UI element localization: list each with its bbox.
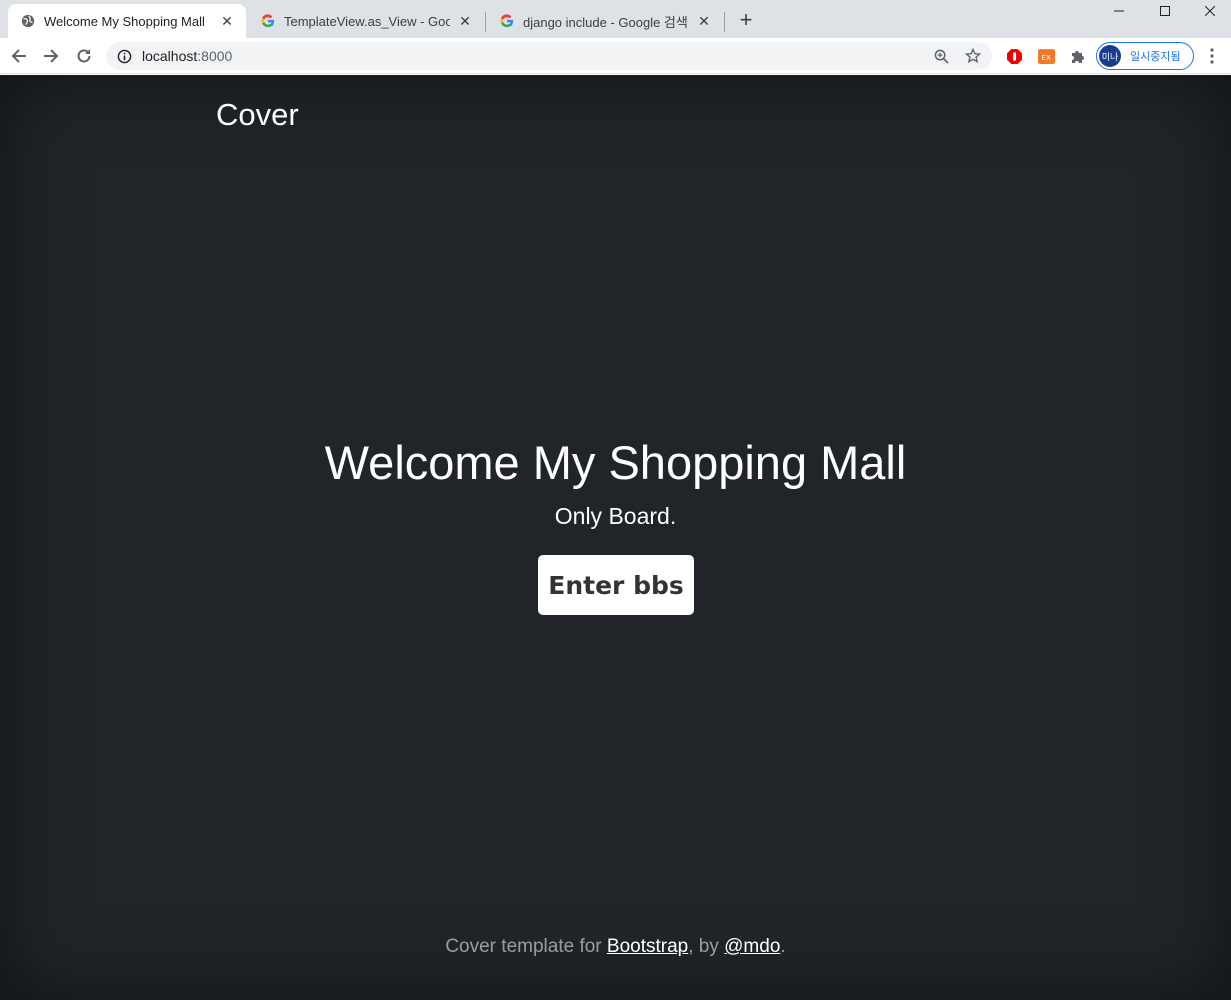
address-bar[interactable]: localhost:8000: [106, 42, 992, 70]
new-tab-button[interactable]: +: [734, 7, 758, 32]
maximize-button[interactable]: [1142, 0, 1188, 22]
bookmark-star-icon[interactable]: [964, 47, 982, 65]
forward-button[interactable]: [38, 43, 64, 69]
browser-toolbar: localhost:8000 EX 미나 일시중지됨: [0, 38, 1231, 74]
tab-strip: Welcome My Shopping Mall ✕ TemplateView.…: [0, 0, 1231, 38]
tab-welcome[interactable]: Welcome My Shopping Mall ✕: [8, 4, 246, 38]
arrow-left-icon: [11, 49, 26, 63]
tab-title: TemplateView.as_View - Google: [284, 13, 450, 29]
tab-title: Welcome My Shopping Mall: [44, 13, 205, 29]
url-host: localhost: [142, 48, 198, 64]
svg-text:EX: EX: [1041, 53, 1051, 62]
close-tab-icon[interactable]: ✕: [695, 12, 713, 30]
profile-status-label: 일시중지됨: [1130, 51, 1181, 63]
close-tab-icon[interactable]: ✕: [456, 12, 474, 30]
page-viewport: Cover Welcome My Shopping Mall Only Boar…: [0, 75, 1231, 1000]
tab-django-include[interactable]: django include - Google 검색 ✕: [487, 4, 723, 38]
zoom-icon[interactable]: [932, 47, 950, 65]
tab-title: django include - Google 검색: [523, 14, 688, 30]
maximize-icon: [1160, 6, 1170, 16]
footer-prefix: Cover template for: [445, 936, 607, 957]
reload-icon: [77, 49, 91, 63]
ex-extension-icon[interactable]: EX: [1037, 47, 1055, 65]
enter-bbs-button[interactable]: Enter bbs: [538, 555, 694, 615]
google-icon: [260, 13, 276, 29]
mdo-link[interactable]: @mdo: [724, 936, 780, 957]
close-tab-icon[interactable]: ✕: [218, 12, 236, 30]
profile-button[interactable]: 미나 일시중지됨: [1096, 42, 1194, 70]
globe-icon: [20, 13, 36, 29]
footer-middle: , by: [688, 936, 725, 957]
adblock-icon[interactable]: [1005, 47, 1023, 65]
back-button[interactable]: [6, 43, 32, 69]
arrow-right-icon: [44, 49, 59, 63]
footer-suffix: .: [780, 936, 786, 957]
google-icon: [499, 13, 515, 29]
reload-button[interactable]: [71, 43, 97, 69]
minimize-button[interactable]: [1096, 0, 1142, 22]
tab-templateview[interactable]: TemplateView.as_View - Google ✕: [248, 4, 484, 38]
minimize-icon: [1114, 10, 1124, 12]
brand-title[interactable]: Cover: [216, 97, 299, 133]
tab-separator: [724, 12, 725, 32]
page-title: Welcome My Shopping Mall: [324, 436, 907, 489]
info-icon[interactable]: [116, 48, 132, 64]
lead-text: Only Board.: [554, 503, 677, 529]
avatar: 미나: [1099, 45, 1121, 67]
footer: Cover template for Bootstrap, by @mdo.: [0, 936, 1231, 958]
close-icon: [1204, 6, 1215, 16]
url-port: :8000: [197, 48, 233, 64]
bootstrap-link[interactable]: Bootstrap: [607, 936, 688, 957]
tab-separator: [485, 12, 486, 32]
puzzle-icon[interactable]: [1069, 47, 1087, 65]
window-close-button[interactable]: [1188, 0, 1231, 22]
more-menu-icon[interactable]: [1203, 47, 1221, 65]
url-text[interactable]: localhost:8000: [142, 48, 232, 64]
